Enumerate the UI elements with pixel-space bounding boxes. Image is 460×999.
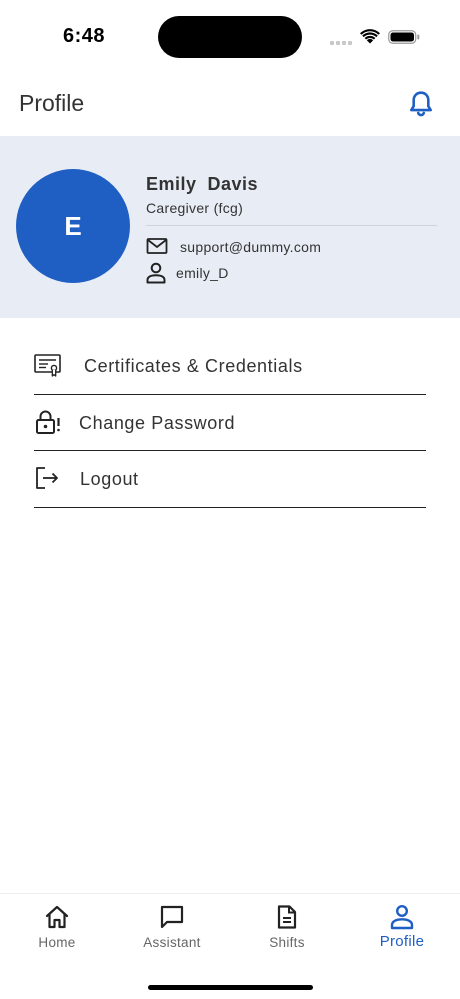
menu-label-logout: Logout: [80, 469, 139, 489]
page-title: Profile: [19, 90, 85, 116]
status-time: 6:48: [63, 25, 106, 47]
dynamic-island: [158, 16, 302, 58]
menu-item-certificates[interactable]: Certificates & Credentials: [34, 338, 426, 395]
mail-icon: [146, 238, 168, 254]
user-email: support@dummy.com: [180, 239, 322, 255]
menu-label-certificates: Certificates & Credentials: [84, 356, 303, 376]
user-name: Emily Davis: [146, 174, 259, 194]
user-icon: [146, 262, 166, 284]
nav-shifts[interactable]: Shifts: [237, 904, 337, 958]
profile-card: E Emily Davis Caregiver (fcg) support@du…: [0, 136, 460, 318]
logout-icon: [36, 467, 58, 489]
nav-label-assistant: Assistant: [143, 935, 201, 950]
nav-label-profile: Profile: [379, 933, 425, 950]
profile-screen: 6:48 Profile E Emily Davis Caregiver (fc…: [0, 0, 460, 999]
document-icon: [277, 905, 297, 929]
certificate-icon: [34, 354, 61, 377]
notification-bell-icon[interactable]: [408, 90, 434, 118]
nav-profile[interactable]: Profile: [352, 904, 452, 958]
app-header: Profile: [0, 80, 460, 132]
nav-home[interactable]: Home: [7, 904, 107, 958]
user-handle: emily_D: [176, 265, 229, 281]
chat-icon: [160, 905, 184, 929]
home-icon: [45, 905, 69, 929]
wifi-icon: [360, 29, 380, 44]
menu-item-logout[interactable]: Logout: [34, 451, 426, 508]
avatar: E: [16, 169, 130, 283]
menu-item-change-password[interactable]: Change Password: [34, 395, 426, 451]
lock-alert-icon: [36, 410, 60, 434]
battery-icon: [388, 30, 420, 44]
person-icon: [390, 904, 414, 930]
nav-label-shifts: Shifts: [269, 935, 305, 950]
bottom-navigation: Home Assistant Shifts Profile: [0, 893, 460, 999]
nav-assistant[interactable]: Assistant: [122, 904, 222, 958]
status-bar: 6:48: [0, 0, 460, 72]
menu-label-change-password: Change Password: [79, 412, 236, 433]
user-role: Caregiver (fcg): [146, 200, 244, 216]
card-divider: [146, 225, 437, 226]
home-indicator: [148, 985, 313, 990]
cellular-signal-icon: [330, 39, 352, 45]
profile-menu: Certificates & Credentials Change Passwo…: [34, 338, 426, 508]
nav-label-home: Home: [38, 935, 76, 950]
